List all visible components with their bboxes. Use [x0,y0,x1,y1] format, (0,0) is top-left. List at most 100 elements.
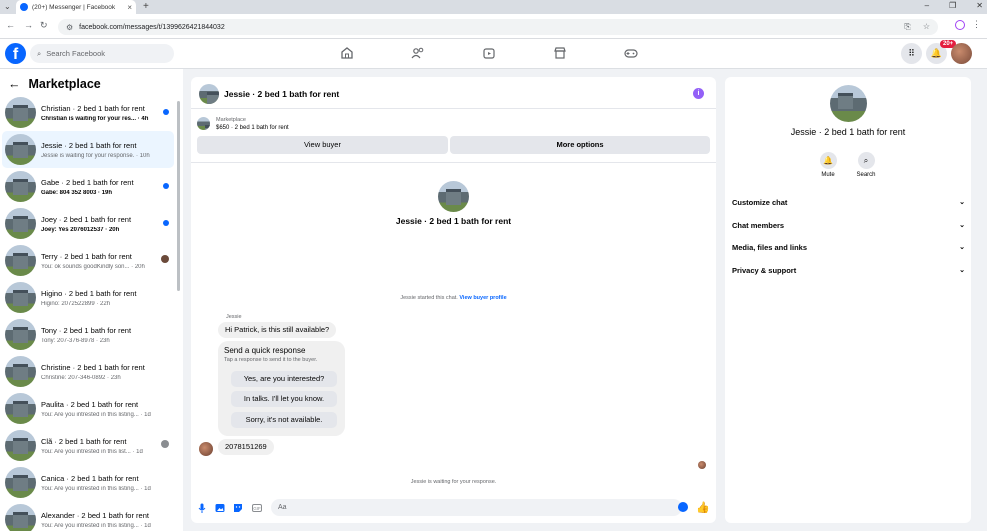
conversation-name: Gabe · 2 bed 1 bath for rent [41,177,134,187]
section-media-files-links[interactable]: Media, files and links ⌄ [732,239,965,255]
conversation-name: Terry · 2 bed 1 bath for rent [41,251,132,261]
conversation-item[interactable]: Joey · 2 bed 1 bath for rent Joey: Yes 20… [2,205,174,242]
listing-avatar [5,430,36,461]
tab-list-chevron-icon[interactable]: ⌄ [4,2,11,11]
listing-avatar [5,171,36,202]
conversation-item[interactable]: Paulita · 2 bed 1 bath for rent You: Are … [2,390,174,427]
listing-avatar [5,504,36,531]
chat-header-avatar[interactable] [199,84,219,104]
tab-title: (20+) Messenger | Facebook [32,3,116,11]
message-input[interactable]: Aa [271,499,682,516]
conversation-item[interactable]: Canica · 2 bed 1 bath for rent You: Are y… [2,464,174,501]
view-buyer-button[interactable]: View buyer [197,136,448,154]
conversation-item[interactable]: Terry · 2 bed 1 bath for rent You: ok sou… [2,242,174,279]
thumbs-up-icon[interactable]: 👍 [696,501,710,514]
details-avatar [830,85,867,122]
new-tab-icon[interactable]: + [143,1,149,12]
conversation-item[interactable]: Christian · 2 bed 1 bath for rent Christi… [2,94,174,131]
watch-icon[interactable] [482,46,496,60]
browser-tab[interactable]: (20+) Messenger | Facebook × [16,0,136,14]
search-box[interactable]: ⌕ Search Facebook [30,44,174,63]
conversation-item[interactable]: Tony · 2 bed 1 bath for rent Tony: 207-37… [2,316,174,353]
emoji-icon[interactable] [678,502,688,512]
install-app-icon[interactable]: ⎘ [904,22,910,32]
quick-reply-button[interactable]: In talks. I'll let you know. [231,391,337,407]
search-action[interactable]: ⌕ Search [846,152,886,178]
sidebar-header: ← Marketplace [8,77,101,91]
conversation-name: Joey · 2 bed 1 bath for rent [41,214,132,224]
message-bubble: 2078151269 [218,439,274,455]
conversation-name: Paulita · 2 bed 1 bath for rent [41,399,139,409]
friends-icon[interactable] [411,46,425,60]
facebook-logo-icon[interactable]: f [5,43,26,64]
conversation-preview: Tony: 207-376-8978 · 23h [41,337,110,344]
conversation-name: Clã · 2 bed 1 bath for rent [41,436,127,446]
listing-avatar [5,97,36,128]
conversation-preview: You: ok sounds goodKindly son... · 20h [41,263,145,270]
sidebar-scrollbar[interactable] [177,101,180,291]
quick-reply-button[interactable]: Sorry, it's not available. [231,412,337,428]
section-chat-members[interactable]: Chat members ⌄ [732,217,965,233]
conversation-item[interactable]: Jessie · 2 bed 1 bath for rent Jessie is … [2,131,174,168]
listing-avatar [5,282,36,313]
browser-profile-icon[interactable] [955,20,965,30]
forward-icon[interactable]: → [24,20,33,30]
chat-header-title[interactable]: Jessie · 2 bed 1 bath for rent [224,89,339,99]
conversation-item[interactable]: Christine · 2 bed 1 bath for rent Christi… [2,353,174,390]
chevron-down-icon: ⌄ [959,244,965,251]
account-avatar[interactable] [951,43,972,64]
conversation-name: Alexander · 2 bed 1 bath for rent [41,510,149,520]
unread-dot-icon [163,220,169,226]
conversation-item[interactable]: Alexander · 2 bed 1 bath for rent You: Ar… [2,501,174,531]
quick-response-title: Send a quick response [224,346,306,355]
conversation-name: Jessie · 2 bed 1 bath for rent [41,140,137,150]
mute-action[interactable]: 🔔 Mute [808,152,848,178]
back-arrow-icon[interactable]: ← [8,77,21,91]
info-icon[interactable]: i [693,88,704,99]
chat-started-notice: Jessie started this chat. View buyer pro… [191,295,716,301]
close-window-icon[interactable]: ✕ [976,1,983,10]
quick-response-subtitle: Tap a response to send it to the buyer. [224,357,318,363]
sender-name: Jessie [226,314,242,320]
view-buyer-profile-link[interactable]: View buyer profile [459,295,506,301]
address-bar[interactable]: ⚙ facebook.com/messages/t/13996264218440… [58,19,938,35]
listing-price-title[interactable]: $650 · 2 bed 1 bath for rent [216,125,289,131]
menu-grid-icon[interactable]: ⠿ [901,43,922,64]
message-composer: GIF Aa 👍 [191,498,716,518]
close-tab-icon[interactable]: × [127,3,132,12]
microphone-icon[interactable] [197,503,207,513]
marketplace-icon[interactable] [553,46,567,60]
sender-avatar [199,442,213,456]
bookmark-star-icon[interactable]: ☆ [923,22,930,32]
reload-icon[interactable]: ↻ [40,20,48,31]
back-icon[interactable]: ← [6,20,15,30]
more-options-button[interactable]: More options [450,136,710,154]
section-privacy-support[interactable]: Privacy & support ⌄ [732,262,965,278]
unread-dot-icon [163,109,169,115]
sticker-icon[interactable] [233,503,243,513]
message-bubble: Hi Patrick, is this still available? [218,322,337,338]
site-info-icon[interactable]: ⚙ [66,23,73,32]
browser-menu-icon[interactable]: ⋮ [972,19,981,30]
section-label: Customize chat [732,197,788,207]
listing-thumbnail[interactable] [197,117,210,130]
search-icon: ⌕ [857,152,875,169]
conversation-name: Christine · 2 bed 1 bath for rent [41,362,145,372]
photo-icon[interactable] [215,503,225,513]
conversation-item[interactable]: Higino · 2 bed 1 bath for rent Higino: 20… [2,279,174,316]
quick-reply-button[interactable]: Yes, are you interested? [231,371,337,387]
listing-avatar [5,245,36,276]
gif-icon[interactable]: GIF [252,503,262,513]
browser-toolbar: ← → ↻ ⚙ facebook.com/messages/t/13996264… [0,14,987,39]
conversation-preview: Gabe: 804 352 8003 · 19h [41,189,113,196]
search-placeholder: Search Facebook [46,49,105,58]
window-controls: – ❐ ✕ [925,1,983,10]
section-customize-chat[interactable]: Customize chat ⌄ [732,194,965,210]
gaming-icon[interactable] [624,46,638,60]
minimize-icon[interactable]: – [925,1,929,10]
restore-icon[interactable]: ❐ [949,1,956,10]
conversation-item[interactable]: Gabe · 2 bed 1 bath for rent Gabe: 804 35… [2,168,174,205]
conversation-list: Christian · 2 bed 1 bath for rent Christi… [2,94,174,531]
conversation-item[interactable]: Clã · 2 bed 1 bath for rent You: Are you … [2,427,174,464]
home-icon[interactable] [340,46,354,60]
